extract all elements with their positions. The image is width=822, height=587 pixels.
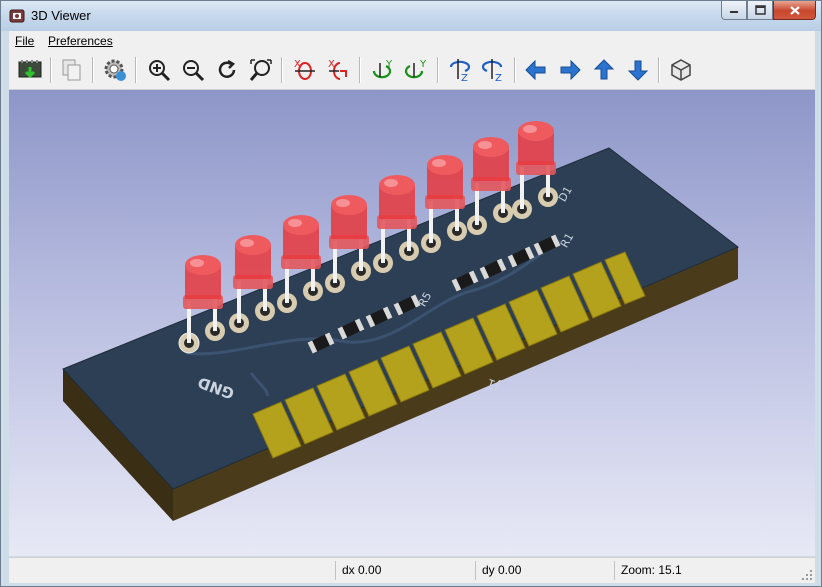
menu-bar: File Preferences — [9, 31, 815, 51]
render-options-button[interactable] — [100, 55, 130, 85]
viewer-window: 3D Viewer File Preferences X X Y Y Z Z G… — [0, 0, 822, 587]
toolbar-separator — [50, 57, 52, 83]
window-title: 3D Viewer — [31, 8, 91, 23]
menu-preferences-label: Preferences — [48, 34, 113, 48]
pan-right-icon — [560, 59, 581, 81]
menu-file-label: File — [15, 34, 35, 48]
status-bar: dx 0.00 dy 0.00 Zoom: 15.1 — [9, 557, 815, 583]
toolbar-separator — [437, 57, 439, 83]
menu-file[interactable]: File — [15, 34, 34, 48]
pan-down-icon — [627, 60, 649, 81]
zoom-auto-icon — [249, 59, 272, 81]
rotate-x-ccw-icon: X — [328, 59, 347, 80]
svg-text:Z: Z — [461, 73, 468, 83]
minimize-button[interactable] — [721, 1, 747, 20]
zoom-out-icon — [183, 60, 205, 82]
pcb-render: GND J1 D1 R1 R5 — [62, 121, 739, 521]
orthographic-toggle-icon — [671, 59, 691, 81]
pan-right-button[interactable] — [555, 55, 585, 85]
rotate-z-cw-button[interactable]: Z — [445, 55, 475, 85]
toolbar: X X Y Y Z Z — [9, 51, 815, 90]
pan-left-button[interactable] — [521, 55, 551, 85]
status-dy: dy 0.00 — [475, 561, 612, 580]
reload-board-button[interactable] — [15, 55, 45, 85]
3d-canvas[interactable]: GND J1 D1 R1 R5 — [9, 90, 815, 556]
zoom-in-icon — [149, 60, 171, 82]
rotate-z-ccw-icon: Z — [481, 59, 503, 83]
title-bar[interactable]: 3D Viewer — [1, 1, 821, 31]
zoom-in-button[interactable] — [144, 55, 174, 85]
toolbar-separator — [281, 57, 283, 83]
maximize-button[interactable] — [747, 1, 773, 20]
status-zoom: Zoom: 15.1 — [614, 561, 801, 580]
close-button[interactable] — [773, 1, 816, 20]
menu-preferences[interactable]: Preferences — [48, 34, 113, 48]
rotate-x-cw-button[interactable]: X — [290, 55, 320, 85]
zoom-auto-button[interactable] — [246, 55, 276, 85]
toolbar-separator — [92, 57, 94, 83]
orthographic-toggle-button[interactable] — [666, 55, 696, 85]
render-options-icon — [104, 59, 126, 81]
pan-down-button[interactable] — [623, 55, 653, 85]
toolbar-separator — [514, 57, 516, 83]
rotate-y-cw-icon: Y — [372, 59, 393, 79]
svg-text:Y: Y — [419, 59, 427, 70]
minimize-icon — [730, 11, 738, 13]
rotate-y-ccw-icon: Y — [404, 59, 427, 79]
toolbar-separator — [359, 57, 361, 83]
app-icon — [9, 9, 25, 23]
rotate-z-ccw-button[interactable]: Z — [479, 55, 509, 85]
maximize-icon — [754, 5, 766, 15]
copy-image-icon — [62, 59, 81, 81]
reload-board-icon — [18, 60, 42, 79]
rotate-x-ccw-button[interactable]: X — [324, 55, 354, 85]
rotate-z-cw-icon: Z — [449, 59, 471, 83]
pan-up-button[interactable] — [589, 55, 619, 85]
zoom-out-button[interactable] — [178, 55, 208, 85]
rotate-y-ccw-button[interactable]: Y — [402, 55, 432, 85]
redraw-icon — [218, 59, 236, 78]
toolbar-separator — [135, 57, 137, 83]
svg-text:Z: Z — [495, 73, 502, 83]
rotate-x-cw-icon: X — [294, 59, 315, 81]
toolbar-separator — [658, 57, 660, 83]
redraw-button[interactable] — [212, 55, 242, 85]
copy-image-button[interactable] — [57, 55, 87, 85]
status-dx: dx 0.00 — [335, 561, 472, 580]
pan-up-icon — [593, 59, 615, 80]
close-icon — [789, 5, 800, 15]
window-controls — [721, 1, 816, 21]
rotate-y-cw-button[interactable]: Y — [368, 55, 398, 85]
resize-grip-icon[interactable] — [801, 569, 813, 581]
pan-left-icon — [525, 59, 546, 81]
